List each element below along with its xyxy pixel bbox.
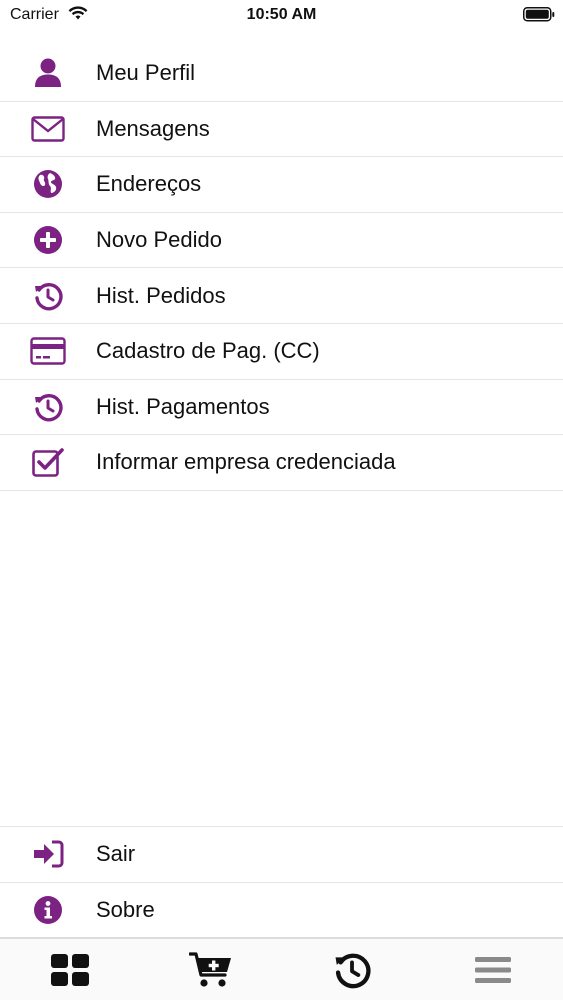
check-square-icon: [30, 446, 66, 478]
menu-item-meu-perfil[interactable]: Meu Perfil: [0, 46, 563, 102]
menu-icon: [474, 957, 511, 983]
menu-item-hist-pagamentos[interactable]: Hist. Pagamentos: [0, 380, 563, 436]
menu-item-label: Hist. Pagamentos: [96, 393, 270, 419]
envelope-icon: [30, 113, 66, 145]
menu-item-label: Informar empresa credenciada: [96, 449, 396, 475]
status-bar: Carrier 10:50 AM: [0, 0, 563, 30]
info-circle-icon: [30, 894, 66, 926]
history-icon: [30, 391, 66, 423]
menu-item-label: Novo Pedido: [96, 227, 222, 253]
tab-history[interactable]: [282, 939, 423, 1000]
credit-card-icon: [30, 335, 66, 367]
bottom-menu: Sair Sobre: [0, 826, 563, 939]
menu-item-label: Sobre: [96, 896, 155, 922]
cart-plus-icon: [189, 952, 232, 987]
menu-item-label: Mensagens: [96, 115, 210, 141]
status-time: 10:50 AM: [246, 6, 317, 23]
history-icon: [335, 953, 371, 989]
plus-circle-icon: [30, 224, 66, 256]
menu-item-label: Meu Perfil: [96, 60, 196, 86]
globe-icon: [30, 168, 66, 200]
menu-item-label: Hist. Pedidos: [96, 282, 226, 308]
menu-item-sair[interactable]: Sair: [0, 827, 563, 883]
battery-icon: [523, 7, 555, 22]
tab-menu[interactable]: [422, 939, 563, 1000]
menu-item-cadastro-pag[interactable]: Cadastro de Pag. (CC): [0, 324, 563, 380]
menu-item-label: Sair: [96, 841, 136, 867]
tab-new-order[interactable]: [141, 939, 282, 1000]
grid-icon: [51, 954, 90, 986]
menu-item-informar-empresa[interactable]: Informar empresa credenciada: [0, 435, 563, 491]
menu-item-mensagens[interactable]: Mensagens: [0, 102, 563, 158]
sign-in-icon: [30, 838, 66, 870]
main-menu: Meu Perfil Mensagens Endereços Novo Pedi…: [0, 46, 563, 491]
history-icon: [30, 280, 66, 312]
menu-item-label: Endereços: [96, 171, 202, 197]
tab-bar: [0, 938, 563, 1000]
menu-item-enderecos[interactable]: Endereços: [0, 157, 563, 213]
user-icon: [30, 57, 66, 89]
menu-item-label: Cadastro de Pag. (CC): [96, 338, 320, 364]
menu-item-sobre[interactable]: Sobre: [0, 883, 563, 939]
menu-item-hist-pedidos[interactable]: Hist. Pedidos: [0, 268, 563, 324]
tab-dashboard[interactable]: [0, 939, 141, 1000]
menu-item-novo-pedido[interactable]: Novo Pedido: [0, 213, 563, 269]
